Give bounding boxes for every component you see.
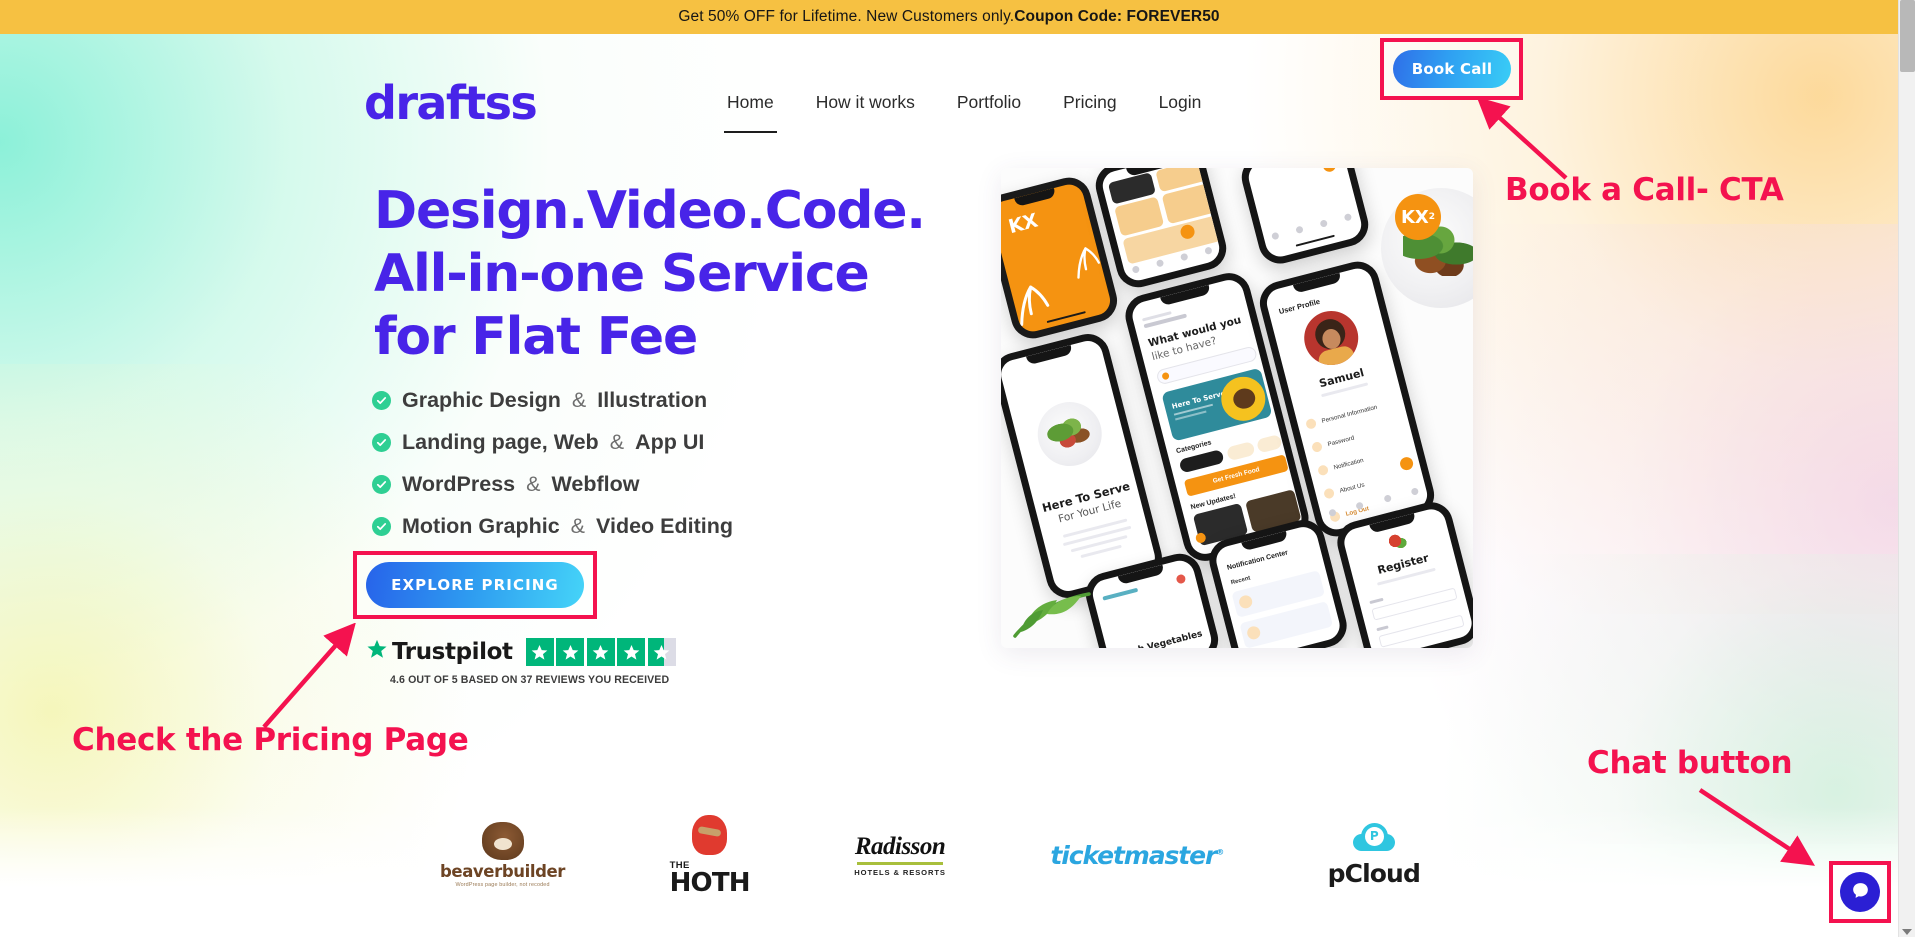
client-logo-radisson: Radisson HOTELS & RESORTS — [854, 833, 946, 876]
radisson-sub-label: HOTELS & RESORTS — [854, 867, 946, 877]
hero-title-line-1: Design.Video.Code. — [374, 181, 926, 241]
nav-item-login[interactable]: Login — [1138, 92, 1223, 113]
promo-bold-1: Get 50% OFF for Lifetime — [678, 8, 858, 25]
profile-title: User Profile — [1277, 296, 1321, 317]
mockup-phone-categories — [1091, 168, 1231, 293]
kx-logo-badge: KX 2 — [1395, 194, 1441, 240]
check-circle-icon — [372, 391, 391, 410]
chat-button[interactable] — [1840, 872, 1880, 912]
promo-regular: . New Customers only. — [857, 8, 1015, 25]
feature-amp: & — [526, 472, 541, 496]
star-filled — [617, 638, 646, 666]
client-logo-ticketmaster: ticketmaster® — [1050, 840, 1224, 870]
feature-label-a: Motion Graphic — [402, 514, 560, 538]
check-circle-icon — [372, 475, 391, 494]
nav-item-home[interactable]: Home — [706, 92, 795, 133]
ticketmaster-text: ticketmaster — [1050, 840, 1217, 870]
beaver-icon — [481, 822, 524, 860]
site-logo[interactable]: draftss — [364, 80, 538, 126]
feature-label-b: Webflow — [551, 472, 640, 496]
hero-title-line-2: All-in-one Service — [374, 243, 870, 304]
feature-amp: & — [571, 388, 587, 412]
feature-amp: & — [609, 430, 625, 454]
splash-brand: KX — [1006, 209, 1041, 239]
feature-list: Graphic Design & Illustration Landing pa… — [372, 388, 733, 556]
feature-amp: & — [570, 514, 586, 538]
feature-label-b: App UI — [635, 430, 705, 454]
feature-label-b: Video Editing — [596, 514, 733, 538]
client-logo-beaverbuilder: beaverbuilder WordPress page builder, no… — [440, 822, 565, 888]
fresh-title: Fresh Vegetables — [1116, 629, 1204, 648]
page-title: Design.Video.Code. All-in-one Service fo… — [374, 180, 926, 369]
hero-title-line-3: for Flat Fee — [374, 306, 698, 367]
star-filled — [525, 638, 554, 666]
scrollbar-down-arrow-icon[interactable] — [1902, 929, 1912, 935]
trustpilot-brand: Trustpilot — [366, 638, 513, 666]
page-background — [0, 34, 1898, 937]
chat-bubble-icon — [1850, 880, 1871, 904]
site-header: draftss Home How it works Portfolio Pric… — [0, 34, 1898, 133]
client-logos-row: beaverbuilder WordPress page builder, no… — [440, 814, 1421, 896]
page-scrollbar[interactable] — [1898, 0, 1915, 937]
beaverbuilder-tagline: WordPress page builder, not recoded — [455, 882, 550, 888]
main-navigation: Home How it works Portfolio Pricing Logi… — [706, 92, 1223, 133]
profile-menu-item: About Us — [1338, 480, 1366, 495]
profile-menu-item: Notification — [1332, 456, 1365, 471]
feature-label-b: Illustration — [597, 388, 708, 412]
trustpilot-stars — [525, 638, 676, 666]
mockup-phone-blank — [1237, 168, 1373, 269]
pcloud-label: pCloud — [1327, 858, 1421, 888]
trustpilot-label: Trustpilot — [392, 639, 513, 665]
annotation-label-chat: Chat button — [1587, 745, 1793, 781]
profile-menu-item: Personal Information — [1320, 403, 1378, 425]
leaf-decoration-icon — [1013, 592, 1091, 638]
star-filled — [586, 638, 615, 666]
nav-item-pricing[interactable]: Pricing — [1042, 92, 1138, 113]
feature-item: Graphic Design & Illustration — [372, 388, 733, 413]
hoth-text: THE HOTH — [669, 861, 751, 898]
hoth-monster-icon — [692, 814, 728, 855]
client-logo-the-hoth: THE HOTH — [669, 814, 751, 898]
feature-item: WordPress & Webflow — [372, 472, 733, 497]
pcloud-cloud-icon: P — [1352, 822, 1395, 851]
feature-label-a: WordPress — [402, 472, 516, 496]
page-root: Get 50% OFF for Lifetime. New Customers … — [0, 0, 1915, 937]
kx-badge-sup: 2 — [1428, 212, 1436, 222]
annotation-label-pricing: Check the Pricing Page — [72, 722, 469, 758]
check-circle-icon — [372, 517, 391, 536]
explore-pricing-button[interactable]: EXPLORE PRICING — [366, 562, 584, 608]
kx-badge-text: KX — [1400, 206, 1429, 228]
hero-mockup-image: KX 2 KX Here To Serve For Your Life What… — [1001, 168, 1473, 648]
radisson-rule — [857, 862, 944, 865]
trustpilot-widget[interactable]: Trustpilot 4.6 OUT OF 5 BASED ON 37 REVI… — [366, 638, 676, 686]
star-partial — [647, 638, 676, 666]
promo-coupon-code: Coupon Code: FOREVER50 — [1014, 8, 1220, 25]
ticketmaster-label: ticketmaster® — [1050, 840, 1224, 870]
feature-item: Motion Graphic & Video Editing — [372, 514, 733, 539]
beaverbuilder-label: beaverbuilder — [440, 862, 565, 881]
nav-item-portfolio[interactable]: Portfolio — [936, 92, 1042, 113]
feature-item: Landing page, Web & App UI — [372, 430, 733, 455]
profile-menu-item: Password — [1326, 434, 1355, 448]
notif-title: Notification Center — [1226, 549, 1289, 572]
check-circle-icon — [372, 433, 391, 452]
star-filled — [556, 638, 585, 666]
client-logo-pcloud: P pCloud — [1327, 822, 1421, 888]
trustpilot-star-icon — [366, 638, 388, 666]
annotation-label-book-call: Book a Call- CTA — [1505, 172, 1784, 208]
feature-label-a: Landing page, Web — [402, 430, 599, 454]
nav-item-how-it-works[interactable]: How it works — [795, 92, 936, 113]
trustpilot-header: Trustpilot — [366, 638, 676, 666]
book-call-button[interactable]: Book Call — [1393, 50, 1511, 88]
notif-sub: Recent — [1230, 575, 1252, 587]
feature-label-a: Graphic Design — [402, 388, 561, 412]
beaverbuilder-text: beaverbuilder — [440, 862, 566, 881]
scrollbar-thumb[interactable] — [1900, 0, 1915, 72]
promo-banner: Get 50% OFF for Lifetime. New Customers … — [0, 0, 1898, 34]
trustpilot-rating-text: 4.6 OUT OF 5 BASED ON 37 REVIEWS YOU REC… — [390, 674, 670, 686]
hoth-main-label: HOTH — [669, 867, 751, 898]
radisson-label: Radisson — [854, 833, 946, 861]
